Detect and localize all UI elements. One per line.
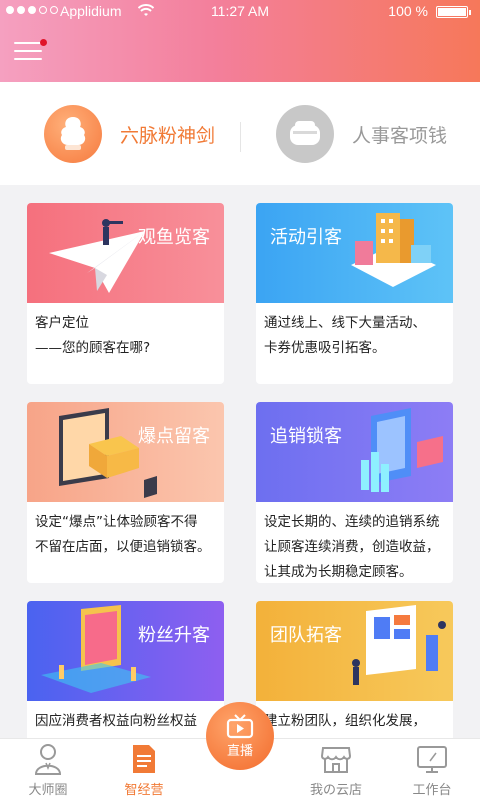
module-switcher: 六脉粉神剑 人事客项钱 [0, 82, 480, 185]
card-banner [256, 601, 453, 701]
monitor-icon [384, 743, 480, 775]
battery-percent: 100 % [388, 3, 428, 19]
card-banner [27, 203, 224, 303]
mobile-store-illustration [41, 605, 151, 693]
live-button[interactable]: 直播 [206, 702, 274, 770]
status-bar: Applidium 11:27 AM 100 % [0, 0, 480, 24]
card-title: 粉丝升客 [138, 625, 210, 646]
store-icon [288, 743, 384, 775]
data-chart-illustration [361, 408, 443, 492]
divider [240, 122, 241, 152]
live-label: 直播 [226, 743, 253, 759]
switch-label: 六脉粉神剑 [120, 124, 216, 147]
notification-dot [40, 39, 47, 46]
team-board-illustration [352, 605, 446, 685]
tv-icon [226, 713, 254, 738]
nav-item-gongzuotai[interactable]: 工作台 [384, 743, 480, 798]
switch-item-liumai[interactable]: 六脉粉神剑 [44, 104, 215, 164]
nav-item-dashiquan[interactable]: 大师圈 [0, 743, 96, 798]
switch-item-renshi[interactable]: 人事客项钱 [276, 104, 447, 164]
card-banner [256, 203, 453, 303]
person-icon [0, 743, 96, 775]
card-description: 设定“爆点”让体验顾客不得 不留在店面，以便追销锁客。 [35, 514, 211, 555]
battery-icon [436, 6, 471, 18]
card-description: 因应消费者权益向粉丝权益 [35, 713, 197, 729]
card-description: 设定长期的、连续的追销系统 让顾客连续消费，创造收益， 让其成为长期稳定顾客。 [264, 514, 440, 580]
card-banner [27, 601, 224, 701]
document-icon [96, 743, 192, 775]
card-title: 观鱼览客 [138, 227, 210, 248]
card-description: 通过线上、线下大量活动、 卡券优惠吸引拓客。 [264, 315, 426, 356]
card-title: 团队拓客 [270, 625, 342, 646]
card-title: 追销锁客 [270, 426, 342, 447]
card-banner [256, 402, 453, 502]
switch-label: 人事客项钱 [352, 124, 448, 147]
card-banner [27, 402, 224, 502]
card-baodian[interactable]: 爆点留客 设定“爆点”让体验顾客不得 不留在店面，以便追销锁客。 [27, 402, 224, 583]
city-illustration [351, 213, 436, 287]
paper-plane-illustration [49, 219, 145, 293]
header: Applidium 11:27 AM 100 % [0, 0, 480, 82]
card-title: 活动引客 [270, 227, 342, 248]
card-title: 爆点留客 [138, 426, 210, 447]
mascot-icon [44, 105, 102, 163]
card-zhuixiao[interactable]: 追销锁客 设定长期的、连续的追销系统 让顾客连续消费，创造收益， 让其成为长期稳… [256, 402, 453, 583]
card-huodong[interactable]: 活动引客 通过线上、线下大量活动、 卡券优惠吸引拓客。 [256, 203, 453, 384]
card-guanyu[interactable]: 观鱼览客 客户定位 ——您的顾客在哪? [27, 203, 224, 384]
mascot-icon [276, 105, 334, 163]
nav-item-yundian[interactable]: 我の云店 [288, 743, 384, 798]
hamburger-menu-icon[interactable] [14, 42, 42, 66]
nav-item-zhijingying[interactable]: 智经营 [96, 743, 192, 798]
card-description: 客户定位 ——您的顾客在哪? [35, 315, 151, 356]
card-description: 建立粉团队，组织化发展， [264, 713, 426, 729]
